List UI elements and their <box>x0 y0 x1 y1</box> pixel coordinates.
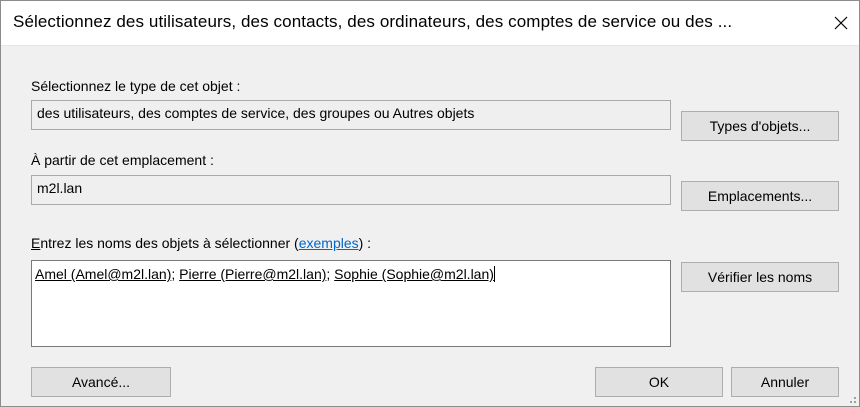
select-users-dialog: Sélectionnez des utilisateurs, des conta… <box>0 0 860 407</box>
examples-link[interactable]: exemples <box>299 235 359 251</box>
object-type-field: des utilisateurs, des comptes de service… <box>31 100 671 130</box>
name-separator: ; <box>326 266 335 282</box>
name-entry-pierre[interactable]: Pierre (Pierre@m2l.lan) <box>179 266 326 282</box>
object-names-input[interactable]: Amel (Amel@m2l.lan); Pierre (Pierre@m2l.… <box>31 260 671 347</box>
title-bar: Sélectionnez des utilisateurs, des conta… <box>1 1 859 46</box>
ok-button[interactable]: OK <box>595 367 723 397</box>
object-types-button[interactable]: Types d'objets... <box>681 111 839 141</box>
text-caret <box>493 266 495 282</box>
check-names-button[interactable]: Vérifier les noms <box>681 262 839 292</box>
resize-grip-icon[interactable] <box>845 392 857 404</box>
names-label: Entrez les noms des objets à sélectionne… <box>31 235 371 251</box>
names-label-suffix: ) : <box>358 235 372 251</box>
object-type-label: Sélectionnez le type de cet objet : <box>31 78 241 94</box>
cancel-button[interactable]: Annuler <box>731 367 839 397</box>
location-label: À partir de cet emplacement : <box>31 152 214 168</box>
names-label-text: ntrez les noms des objets à sélectionner… <box>40 235 299 251</box>
name-separator: ; <box>171 266 180 282</box>
name-entry-sophie[interactable]: Sophie (Sophie@m2l.lan) <box>334 266 494 282</box>
names-label-accesskey: E <box>31 235 41 251</box>
name-entry-amel[interactable]: Amel (Amel@m2l.lan) <box>35 266 171 282</box>
advanced-button[interactable]: Avancé... <box>31 367 171 397</box>
location-field: m2l.lan <box>31 175 671 205</box>
dialog-title: Sélectionnez des utilisateurs, des conta… <box>13 12 733 31</box>
close-icon <box>834 16 848 30</box>
close-button[interactable] <box>827 9 855 37</box>
locations-button[interactable]: Emplacements... <box>681 181 839 211</box>
